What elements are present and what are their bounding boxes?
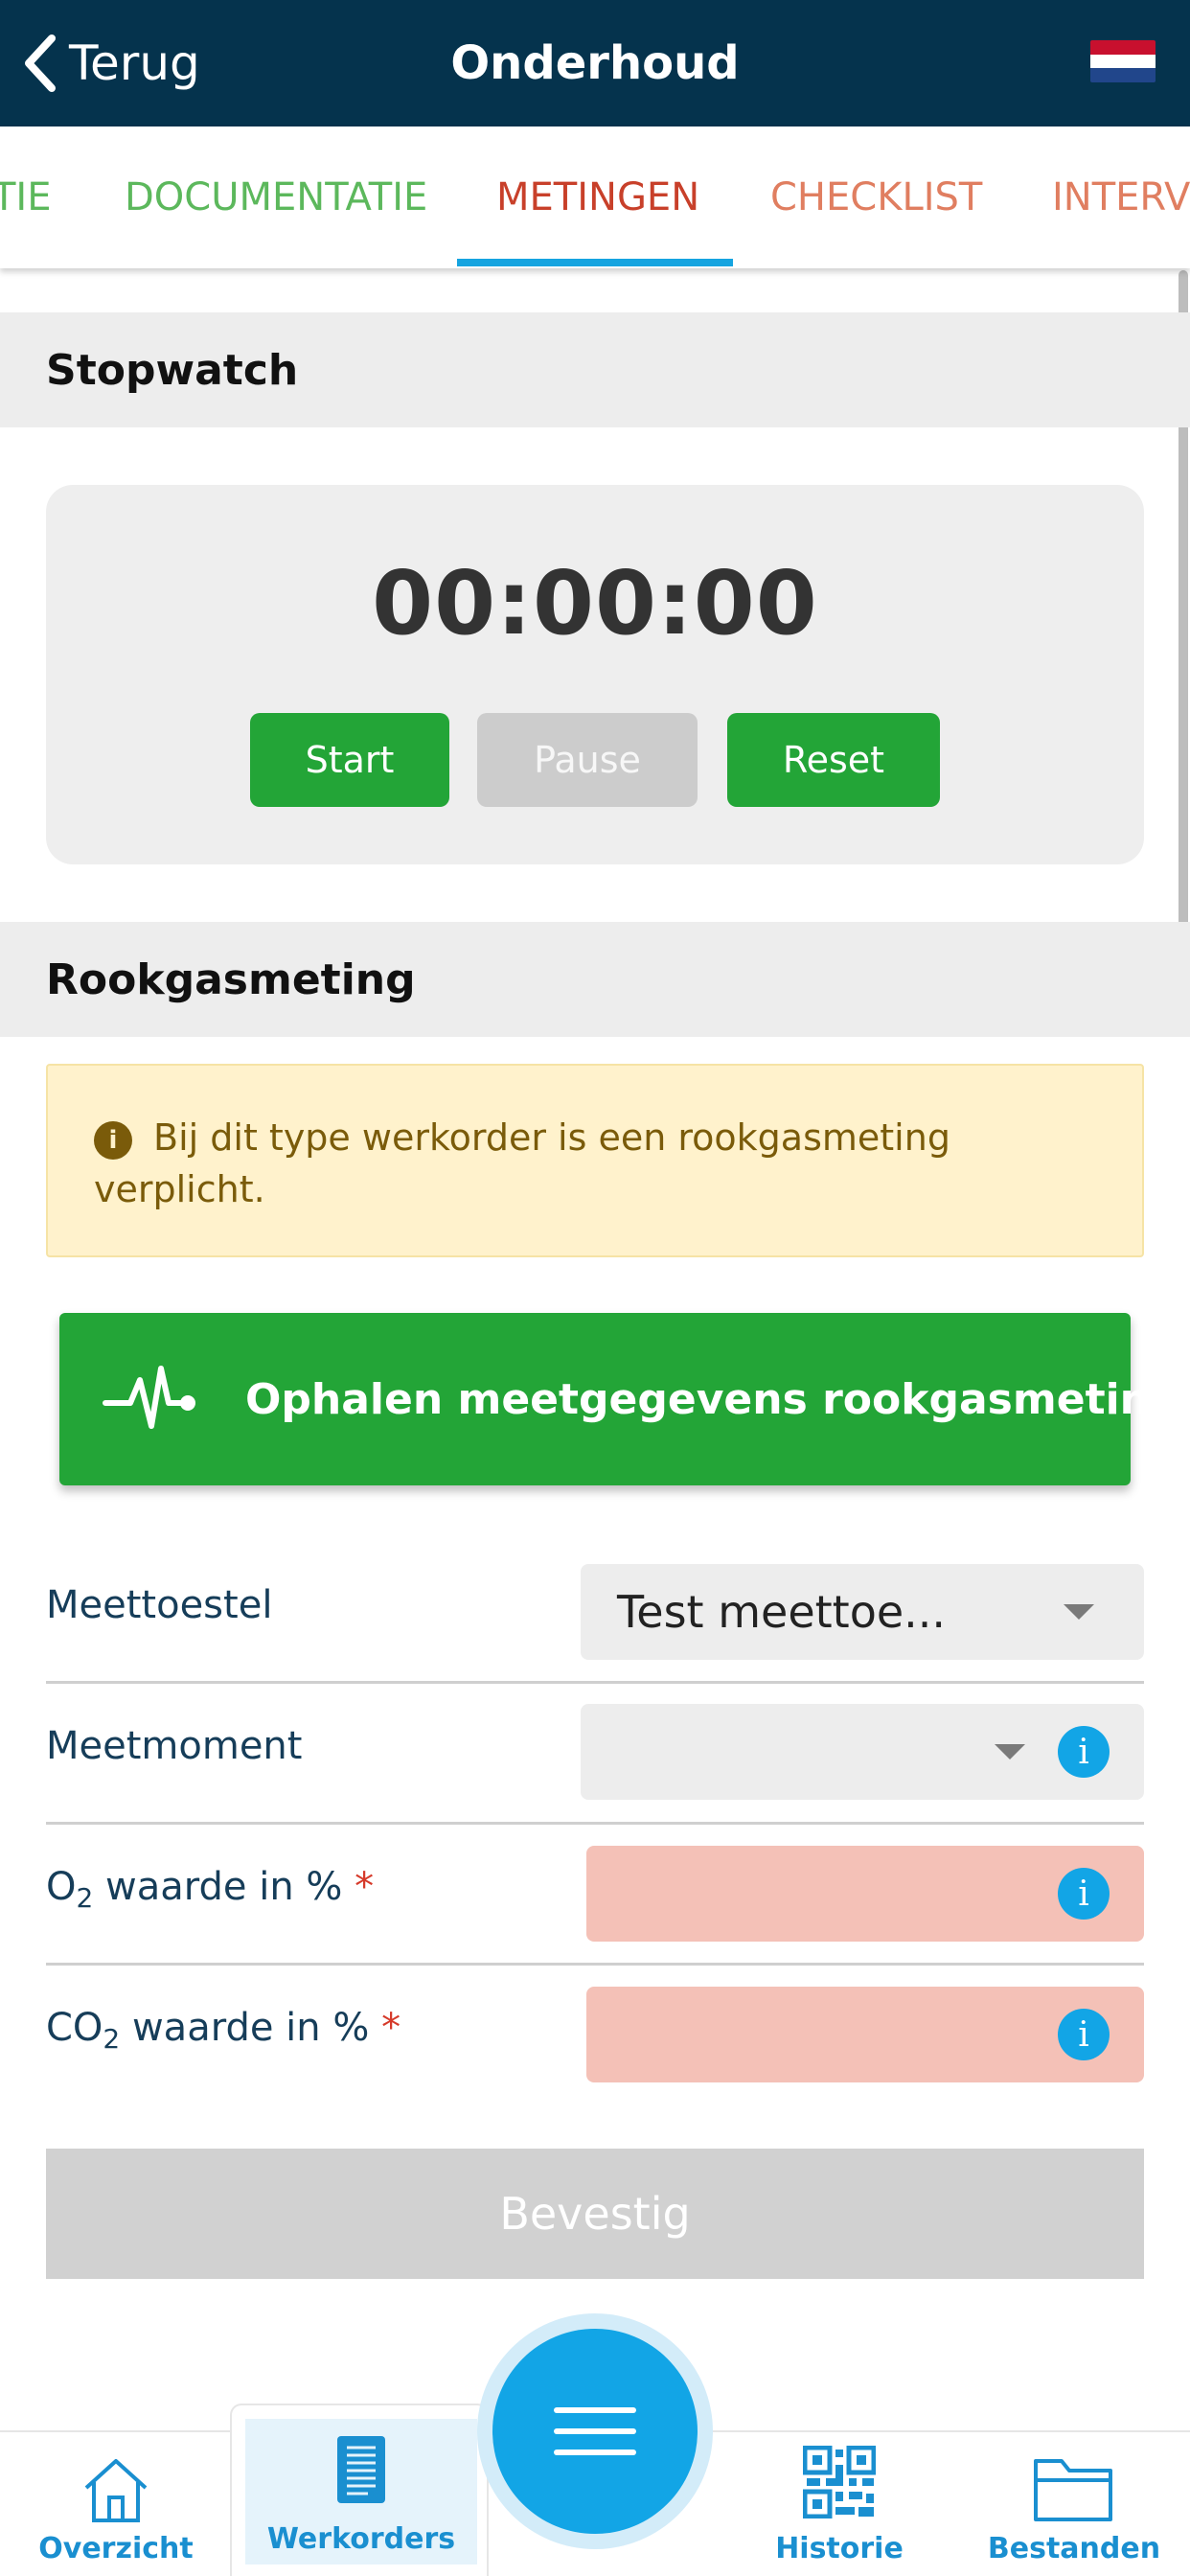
moment-select[interactable]: i	[581, 1704, 1144, 1800]
divider	[46, 1681, 1144, 1684]
fetch-measurement-button[interactable]: Ophalen meetgegevens rookgasmeting	[59, 1313, 1180, 1485]
tab-metingen[interactable]: METINGEN	[496, 126, 699, 268]
tab-informatie[interactable]: TIE	[0, 126, 52, 268]
nav-historie-label: Historie	[775, 2532, 904, 2565]
info-icon[interactable]: i	[1058, 1726, 1110, 1778]
start-button[interactable]: Start	[250, 713, 449, 807]
caret-down-icon	[995, 1744, 1025, 1760]
divider	[46, 1822, 1144, 1825]
tab-documentatie[interactable]: DOCUMENTATIE	[125, 126, 427, 268]
back-label: Terug	[69, 35, 200, 91]
co2-label-prefix: CO	[46, 2006, 103, 2050]
app-header: Terug Onderhoud	[0, 0, 1190, 126]
o2-label-sub: 2	[76, 1882, 94, 1914]
moment-label: Meetmoment	[46, 1724, 303, 1768]
reset-button[interactable]: Reset	[727, 713, 940, 807]
confirm-button[interactable]: Bevestig	[46, 2149, 1144, 2279]
chevron-left-icon	[25, 34, 56, 92]
stopwatch-time: 00:00:00	[372, 552, 818, 655]
caret-down-icon	[1064, 1604, 1094, 1620]
home-icon	[84, 2459, 148, 2522]
document-icon	[337, 2436, 385, 2503]
device-select[interactable]: Test meettoe...	[581, 1564, 1144, 1660]
o2-input[interactable]: i	[586, 1846, 1144, 1942]
active-tab-indicator	[457, 259, 733, 266]
nav-bestanden-label: Bestanden	[987, 2532, 1161, 2565]
nav-overzicht-label: Overzicht	[38, 2532, 194, 2565]
info-icon[interactable]: i	[1058, 2009, 1110, 2060]
mandatory-alert: i Bij dit type werkorder is een rookgasme…	[46, 1064, 1144, 1257]
device-label: Meettoestel	[46, 1583, 273, 1627]
tab-interventies[interactable]: INTERV	[1052, 126, 1190, 268]
info-circle-icon: i	[94, 1121, 132, 1160]
info-icon[interactable]: i	[1058, 1868, 1110, 1920]
alert-text: Bij dit type werkorder is een rookgasmet…	[94, 1116, 950, 1210]
stopwatch-section-heading: Stopwatch	[0, 312, 1190, 427]
folder-icon	[1034, 2459, 1112, 2521]
nav-bestanden[interactable]: Bestanden	[958, 2432, 1190, 2576]
required-mark: *	[355, 1865, 375, 1909]
flue-gas-section-heading: Rookgasmeting	[0, 922, 1190, 1037]
back-button[interactable]: Terug	[21, 27, 200, 100]
o2-label: O2 waarde in % *	[46, 1865, 374, 1914]
stopwatch-card: 00:00:00 Start Pause Reset	[46, 485, 1144, 864]
pause-button[interactable]: Pause	[477, 713, 698, 807]
o2-label-suffix: waarde in %	[93, 1865, 343, 1909]
nav-werkorders-label: Werkorders	[266, 2522, 456, 2556]
co2-input[interactable]: i	[586, 1987, 1144, 2082]
device-select-value: Test meettoe...	[617, 1586, 947, 1638]
menu-button[interactable]	[492, 2329, 698, 2534]
nav-overzicht[interactable]: Overzicht	[0, 2432, 232, 2576]
nav-historie[interactable]: Historie	[751, 2432, 927, 2576]
nav-werkorders[interactable]: Werkorders	[230, 2404, 489, 2576]
required-mark: *	[381, 2006, 401, 2050]
tab-checklist[interactable]: CHECKLIST	[770, 126, 982, 268]
heartbeat-icon	[103, 1366, 195, 1429]
tab-bar: TIE DOCUMENTATIE METINGEN CHECKLIST INTE…	[0, 126, 1190, 268]
nav-werkorders-highlight: Werkorders	[245, 2419, 477, 2564]
divider	[46, 1963, 1144, 1966]
fetch-measurement-label: Ophalen meetgegevens rookgasmeting	[245, 1374, 1180, 1424]
o2-label-prefix: O	[46, 1865, 77, 1909]
co2-label-sub: 2	[103, 2023, 121, 2055]
co2-label-suffix: waarde in %	[120, 2006, 370, 2050]
qr-code-icon	[803, 2446, 876, 2518]
co2-label: CO2 waarde in % *	[46, 2006, 400, 2055]
dutch-flag-icon[interactable]	[1090, 40, 1156, 82]
